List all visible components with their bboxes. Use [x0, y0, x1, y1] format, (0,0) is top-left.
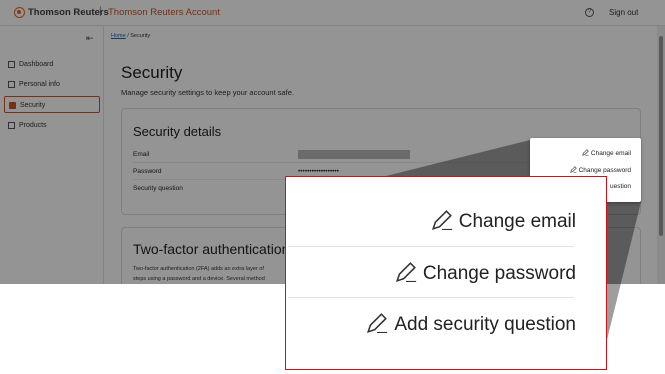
pencil-icon: [569, 166, 577, 173]
pencil-icon: [431, 210, 452, 231]
zoom-add-security-question-label: Add security question: [394, 314, 576, 335]
change-email-label: Change email: [590, 150, 631, 157]
zoom-change-email-label: Change email: [458, 211, 576, 232]
zoom-divider: [288, 297, 574, 298]
zoom-change-password-label: Change password: [422, 263, 576, 284]
zoom-change-email-action[interactable]: Change email: [431, 209, 576, 233]
zoom-divider: [288, 246, 574, 247]
zoom-add-security-question-action[interactable]: Add security question: [366, 312, 576, 336]
zoom-callout: Change email Change password Add securit…: [285, 176, 607, 370]
change-password-action[interactable]: Change password: [569, 166, 631, 174]
pencil-icon: [395, 262, 416, 283]
pencil-icon: [367, 313, 388, 334]
zoom-change-password-action[interactable]: Change password: [395, 261, 576, 285]
pencil-icon: [582, 149, 589, 156]
change-email-action[interactable]: Change email: [582, 149, 631, 157]
add-security-question-action-partial[interactable]: uestion: [610, 183, 631, 190]
change-password-label: Change password: [578, 167, 631, 174]
add-security-question-label-partial: uestion: [610, 183, 631, 190]
